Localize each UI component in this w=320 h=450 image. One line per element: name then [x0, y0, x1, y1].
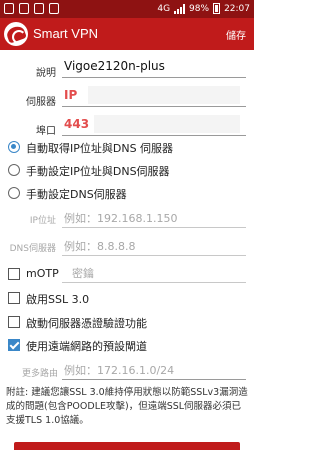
radio-auto-ip-dns-label[interactable]: 自動取得IP位址與DNS 伺服器	[26, 140, 173, 156]
app-notification-icon	[49, 3, 59, 14]
port-label: 埠口	[36, 126, 56, 137]
notification-icon	[4, 3, 14, 14]
radio-auto-ip-dns[interactable]	[8, 141, 20, 153]
bottom-action-button[interactable]	[14, 442, 240, 450]
mail-icon	[34, 3, 44, 14]
routes-placeholder: 例如：172.16.1.0/24	[64, 364, 175, 377]
verify-cert-checkbox[interactable]	[8, 316, 20, 328]
network-type-label: 4G	[157, 3, 171, 14]
routes-label: 更多路由	[21, 369, 58, 379]
radio-manual-dns-label[interactable]: 手動設定DNS伺服器	[26, 186, 127, 202]
battery-icon	[213, 3, 221, 14]
dns-server-label: DNS伺服器	[9, 244, 56, 254]
port-field[interactable]: 443	[62, 114, 246, 136]
dns-server-input[interactable]: 例如：8.8.8.8	[62, 234, 246, 256]
radio-manual-dns[interactable]	[8, 187, 20, 199]
default-gateway-checkbox[interactable]	[8, 339, 20, 351]
motp-label[interactable]: mOTP	[26, 267, 59, 280]
motp-checkbox[interactable]	[8, 268, 20, 280]
ssl3-label[interactable]: 啟用SSL 3.0	[26, 291, 89, 307]
description-field[interactable]: Vigoe2120n-plus	[62, 56, 246, 78]
save-button[interactable]: 儲存	[226, 27, 246, 42]
status-notifications	[4, 3, 59, 14]
status-bar: 4G 98% 22:07	[0, 0, 254, 18]
radio-manual-ip-dns[interactable]	[8, 164, 20, 176]
port-redaction	[94, 115, 240, 133]
radio-manual-ip-dns-label[interactable]: 手動設定IP位址與DNS伺服器	[26, 163, 170, 179]
description-value: Vigoe2120n-plus	[64, 59, 165, 73]
ip-address-placeholder: 例如：192.168.1.150	[64, 212, 178, 225]
default-gateway-label[interactable]: 使用遠端網路的預設閘道	[26, 338, 147, 354]
ssl-note: 附註: 建議您讓SSL 3.0維持停用狀態以防範SSLv3漏洞造成的問題(包含P…	[6, 387, 248, 426]
app-logo-icon[interactable]	[4, 22, 28, 46]
ssl3-checkbox[interactable]	[8, 292, 20, 304]
verify-cert-label[interactable]: 啟動伺服器憑證驗證功能	[26, 315, 147, 331]
action-bar: Smart VPN 儲存	[0, 18, 254, 50]
status-indicators: 4G 98% 22:07	[157, 3, 250, 14]
server-value: IP	[64, 88, 78, 102]
battery-percent: 98%	[189, 3, 210, 14]
signal-icon	[174, 3, 186, 14]
motp-secret-input[interactable]: 密鑰	[62, 261, 246, 283]
port-value: 443	[64, 117, 90, 131]
routes-input[interactable]: 例如：172.16.1.0/24	[62, 358, 246, 380]
motp-secret-placeholder: 密鑰	[72, 267, 94, 280]
ip-address-label: IP位址	[29, 216, 56, 226]
dns-server-placeholder: 例如：8.8.8.8	[64, 240, 136, 253]
server-redaction	[88, 86, 240, 104]
description-label: 說明	[36, 68, 56, 79]
clock: 22:07	[224, 3, 250, 14]
app-title: Smart VPN	[33, 26, 99, 41]
ip-address-input[interactable]: 例如：192.168.1.150	[62, 206, 246, 228]
server-label: 伺服器	[26, 97, 56, 108]
image-notification-icon	[19, 3, 29, 14]
server-field[interactable]: IP	[62, 85, 246, 107]
